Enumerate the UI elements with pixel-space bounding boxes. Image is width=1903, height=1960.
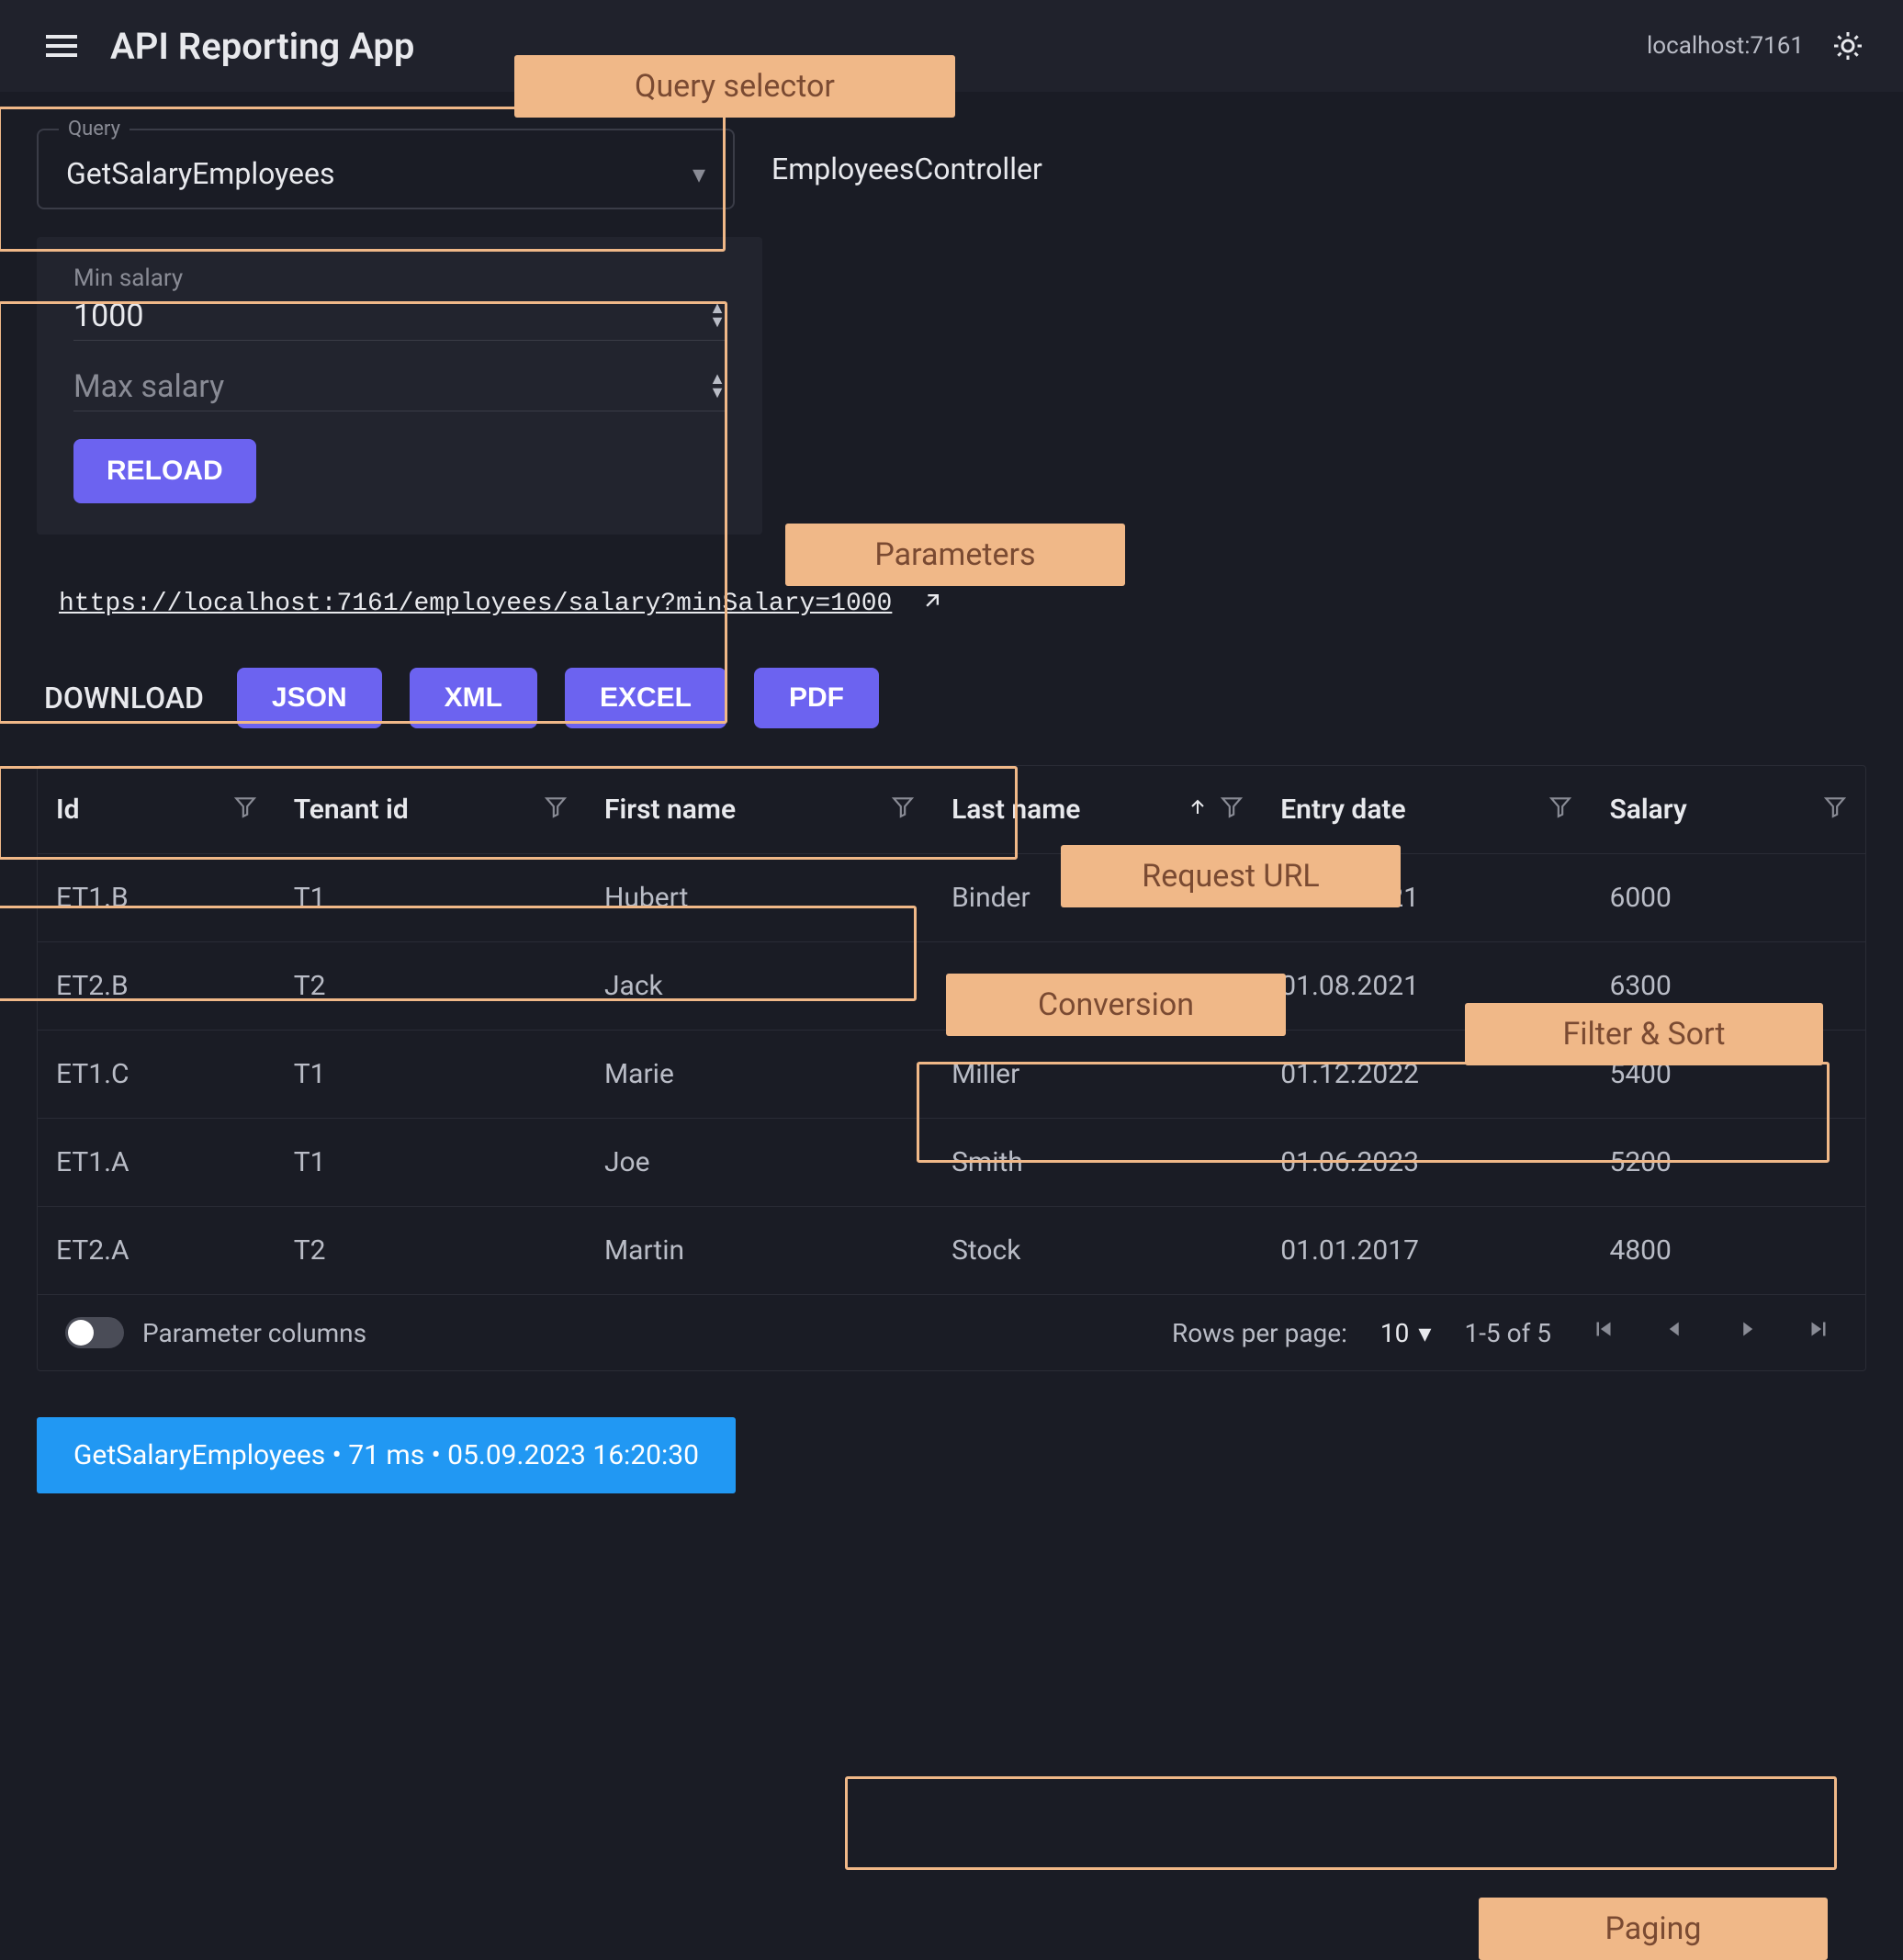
table-cell: ET2.B: [38, 942, 276, 1031]
filter-icon[interactable]: [1823, 794, 1847, 826]
open-url-icon[interactable]: [919, 588, 945, 620]
rows-per-page-value: 10: [1380, 1318, 1409, 1348]
callout-filter-sort: Filter & Sort: [1465, 1003, 1823, 1065]
column-label: Id: [56, 794, 219, 826]
download-xml-button[interactable]: XML: [410, 668, 537, 728]
download-json-button[interactable]: JSON: [237, 668, 382, 728]
callout-parameters: Parameters: [785, 524, 1125, 586]
column-label: Salary: [1609, 794, 1808, 826]
table-cell: Stock: [933, 1207, 1262, 1295]
max-salary-input[interactable]: Max salary ▲▼: [73, 368, 726, 411]
filter-icon[interactable]: [1220, 794, 1244, 826]
table-row[interactable]: ET1.AT1JoeSmith01.06.20235200: [38, 1119, 1865, 1207]
data-table-wrap: Id Tenant id First name Last name Entry date…: [37, 765, 1866, 1371]
table-cell: T1: [276, 854, 586, 942]
callout-paging: Paging: [1479, 1898, 1828, 1960]
table-cell: Martin: [586, 1207, 933, 1295]
download-pdf-button[interactable]: PDF: [754, 668, 879, 728]
parameters-panel: Min salary 1000 ▲▼ Max salary ▲▼ RELOAD: [37, 237, 762, 535]
min-salary-value: 1000: [73, 298, 143, 334]
column-label: Tenant id: [294, 794, 529, 826]
first-page-button[interactable]: [1584, 1315, 1623, 1350]
table-cell: 4800: [1591, 1207, 1865, 1295]
callout-conversion: Conversion: [946, 974, 1286, 1036]
filter-icon[interactable]: [891, 794, 915, 826]
app-root: API Reporting App localhost:7161 Query s…: [0, 0, 1903, 1960]
column-header[interactable]: First name: [586, 766, 933, 854]
rows-per-page-select[interactable]: 10 ▾: [1380, 1318, 1432, 1348]
filter-icon[interactable]: [1548, 794, 1572, 826]
chevron-down-icon: ▾: [1418, 1318, 1431, 1348]
table-cell: ET1.B: [38, 854, 276, 942]
max-salary-placeholder: Max salary: [73, 368, 224, 405]
min-salary-stepper[interactable]: ▲▼: [709, 303, 726, 328]
pager: Rows per page: 10 ▾ 1-5 of 5: [1172, 1315, 1838, 1350]
table-cell: Smith: [933, 1119, 1262, 1207]
status-chip: GetSalaryEmployees • 71 ms • 05.09.2023 …: [37, 1417, 736, 1493]
table-cell: ET2.A: [38, 1207, 276, 1295]
chevron-down-icon: ▾: [693, 159, 705, 189]
min-salary-input[interactable]: 1000 ▲▼: [73, 298, 726, 341]
max-salary-stepper[interactable]: ▲▼: [709, 374, 726, 399]
column-header[interactable]: Last name: [933, 766, 1262, 854]
theme-toggle-icon[interactable]: [1830, 28, 1866, 64]
table-cell: 5200: [1591, 1119, 1865, 1207]
sort-asc-icon[interactable]: [1187, 794, 1209, 826]
min-salary-field: Min salary 1000 ▲▼: [73, 265, 726, 341]
table-cell: Joe: [586, 1119, 933, 1207]
column-label: Last name: [952, 794, 1172, 826]
frame-paging: [845, 1776, 1837, 1870]
parameter-columns-label: Parameter columns: [142, 1318, 366, 1348]
max-salary-field: Max salary ▲▼: [73, 368, 726, 411]
download-excel-button[interactable]: EXCEL: [565, 668, 726, 728]
table-cell: T2: [276, 1207, 586, 1295]
column-header[interactable]: Salary: [1591, 766, 1865, 854]
controller-name: EmployeesController: [771, 152, 1042, 186]
column-header[interactable]: Entry date: [1262, 766, 1591, 854]
next-page-button[interactable]: [1728, 1315, 1766, 1350]
content: Query selector Parameters Request URL Co…: [0, 92, 1903, 1960]
query-select-value: GetSalaryEmployees: [66, 156, 335, 191]
query-select[interactable]: Query GetSalaryEmployees ▾: [37, 129, 735, 209]
query-select-legend: Query: [59, 118, 129, 141]
rows-per-page-label: Rows per page:: [1172, 1318, 1347, 1348]
query-row: Query GetSalaryEmployees ▾ EmployeesCont…: [37, 129, 1866, 209]
table-cell: Miller: [933, 1031, 1262, 1119]
hamburger-icon[interactable]: [46, 35, 77, 57]
table-row[interactable]: ET2.AT2MartinStock01.01.20174800: [38, 1207, 1865, 1295]
column-label: First name: [604, 794, 876, 826]
callout-query-selector: Query selector: [514, 55, 955, 118]
table-cell: T1: [276, 1119, 586, 1207]
page-title: API Reporting App: [110, 25, 414, 68]
host-label: localhost:7161: [1647, 32, 1804, 60]
table-cell: T2: [276, 942, 586, 1031]
table-cell: Hubert: [586, 854, 933, 942]
request-url-text[interactable]: https://localhost:7161/employees/salary?…: [59, 590, 892, 618]
table-cell: T1: [276, 1031, 586, 1119]
parameter-columns-toggle[interactable]: [65, 1317, 124, 1348]
table-cell: Jack: [586, 942, 933, 1031]
column-header[interactable]: Tenant id: [276, 766, 586, 854]
last-page-button[interactable]: [1799, 1315, 1838, 1350]
table-cell: 6000: [1591, 854, 1865, 942]
table-cell: 01.01.2017: [1262, 1207, 1591, 1295]
table-footer: Parameter columns Rows per page: 10 ▾ 1-…: [38, 1294, 1865, 1370]
column-label: Entry date: [1280, 794, 1534, 826]
column-header[interactable]: Id: [38, 766, 276, 854]
filter-icon[interactable]: [233, 794, 257, 826]
min-salary-label: Min salary: [73, 265, 726, 292]
table-cell: 01.06.2023: [1262, 1119, 1591, 1207]
page-range: 1-5 of 5: [1464, 1318, 1551, 1348]
reload-button[interactable]: RELOAD: [73, 439, 256, 503]
table-cell: ET1.C: [38, 1031, 276, 1119]
table-cell: Marie: [586, 1031, 933, 1119]
callout-request-url: Request URL: [1061, 845, 1401, 907]
filter-icon[interactable]: [544, 794, 568, 826]
download-row: DOWNLOAD JSON XML EXCEL PDF: [37, 664, 1866, 732]
table-cell: ET1.A: [38, 1119, 276, 1207]
table-row[interactable]: ET1.BT1HubertBinder15.05.20216000: [38, 854, 1865, 942]
prev-page-button[interactable]: [1656, 1315, 1695, 1350]
download-label: DOWNLOAD: [44, 681, 204, 715]
